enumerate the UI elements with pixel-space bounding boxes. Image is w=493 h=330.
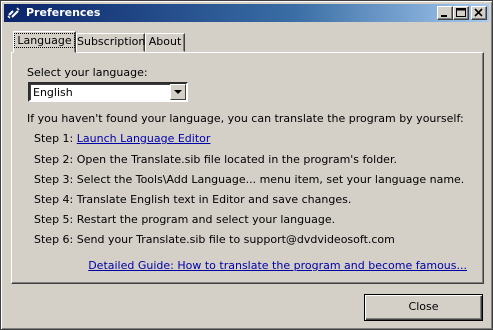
close-button[interactable]: Close (364, 294, 483, 321)
window-title: Preferences (26, 6, 101, 19)
maximize-button[interactable] (453, 6, 469, 20)
language-select[interactable]: English (28, 82, 188, 102)
language-dropdown-button[interactable] (170, 84, 186, 100)
tab-subscription-label: Subscription (77, 35, 146, 48)
step-1: Step 1: Launch Language Editor (34, 132, 210, 145)
tab-about[interactable]: About (145, 33, 185, 52)
step-3: Step 3: Select the Tools\Add Language...… (34, 173, 465, 186)
step-6: Step 6: Send your Translate.sib file to … (34, 233, 395, 246)
preferences-window: Preferences Language Subscription About (0, 0, 493, 330)
title-bar[interactable]: Preferences (4, 4, 489, 22)
tab-about-label: About (148, 35, 182, 48)
tab-language-label: Language (14, 33, 75, 48)
select-language-label: Select your language: (27, 66, 148, 79)
detailed-guide-link[interactable]: Detailed Guide: How to translate the pro… (88, 259, 467, 272)
step-4: Step 4: Translate English text in Editor… (34, 193, 352, 206)
link-icon (7, 6, 21, 20)
step-5: Step 5: Restart the program and select y… (34, 213, 336, 226)
tab-language[interactable]: Language (13, 31, 76, 53)
language-select-value: English (33, 86, 73, 99)
minimize-button[interactable] (437, 6, 453, 20)
launch-language-editor-link[interactable]: Launch Language Editor (77, 132, 211, 145)
language-panel: Select your language: English If you hav… (11, 52, 484, 284)
step-2: Step 2: Open the Translate.sib file loca… (34, 153, 397, 166)
tab-subscription[interactable]: Subscription (76, 33, 145, 52)
close-window-button[interactable] (471, 6, 487, 20)
translate-intro: If you haven't found your language, you … (27, 112, 464, 125)
step-1-prefix: Step 1: (34, 132, 77, 145)
